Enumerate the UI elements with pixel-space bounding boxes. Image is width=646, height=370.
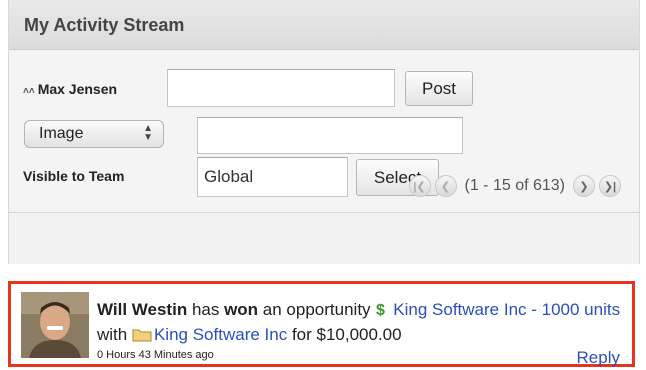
account-link[interactable]: King Software Inc [154, 325, 287, 344]
pagination: |❮ ❮ (1 - 15 of 613) ❯ ❯| [408, 175, 621, 197]
activity-stream-panel: My Activity Stream ˄˄ Max Jensen Post Ima… [8, 0, 640, 264]
activity-message: Will Westin has won an opportunity $ King… [97, 298, 627, 348]
attachment-input[interactable] [197, 117, 463, 154]
post-button[interactable]: Post [405, 71, 473, 106]
page-range: (1 - 15 of 613) [464, 177, 566, 194]
account-icon [132, 325, 152, 348]
team-input[interactable] [197, 157, 348, 197]
reply-link[interactable]: Reply [577, 348, 620, 368]
last-page-icon[interactable]: ❯| [599, 175, 621, 197]
panel-header: My Activity Stream [9, 0, 639, 50]
avatar[interactable] [21, 292, 89, 358]
opportunity-icon: $ [375, 300, 391, 323]
opportunity-link[interactable]: King Software Inc - 1000 units [393, 300, 620, 319]
previous-page-icon[interactable]: ❮ [434, 175, 457, 197]
user-name: Max Jensen [37, 81, 118, 97]
visible-to-team-label: Visible to Team [23, 168, 125, 184]
current-user-label[interactable]: ˄˄ Max Jensen [23, 81, 117, 97]
attachment-type-select[interactable]: Image ▲ ▼ [24, 120, 164, 148]
panel-title: My Activity Stream [24, 15, 185, 35]
svg-text:$: $ [376, 302, 385, 317]
post-text-input[interactable] [167, 69, 395, 107]
activity-user-link[interactable]: Will Westin [97, 300, 187, 319]
select-arrows-icon: ▲ ▼ [143, 123, 153, 143]
attachment-type-value: Image [39, 125, 84, 142]
activity-timestamp: 0 Hours 43 Minutes ago [97, 349, 214, 361]
collapse-icon[interactable]: ˄˄ [23, 86, 35, 97]
first-page-icon[interactable]: |❮ [408, 175, 431, 197]
activity-item: Will Westin has won an opportunity $ King… [8, 281, 635, 367]
next-page-icon[interactable]: ❯ [573, 175, 595, 197]
